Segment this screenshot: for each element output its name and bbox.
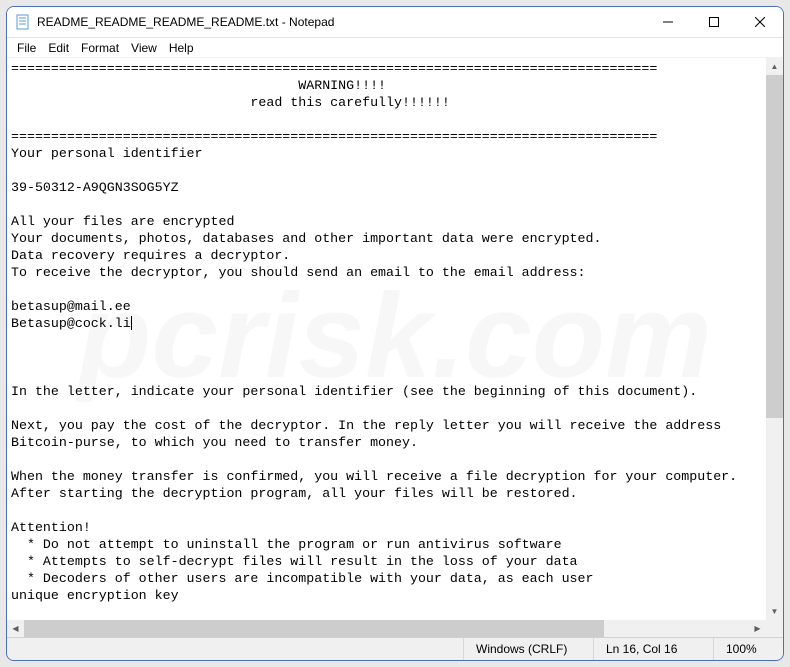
window-title: README_README_README_README.txt - Notepa…: [37, 15, 645, 29]
menu-edit[interactable]: Edit: [42, 40, 75, 56]
scroll-left-button[interactable]: ◀: [7, 620, 24, 637]
vertical-scrollbar[interactable]: ▲ ▼: [766, 58, 783, 620]
status-position: Ln 16, Col 16: [593, 638, 713, 660]
menu-file[interactable]: File: [11, 40, 42, 56]
status-zoom: 100%: [713, 638, 783, 660]
scroll-corner: [766, 620, 783, 637]
scroll-thumb-h[interactable]: [24, 620, 604, 637]
status-encoding: Windows (CRLF): [463, 638, 593, 660]
scroll-track-h[interactable]: [24, 620, 749, 637]
menu-help[interactable]: Help: [163, 40, 200, 56]
close-button[interactable]: [737, 7, 783, 37]
menu-format[interactable]: Format: [75, 40, 125, 56]
scroll-track-v[interactable]: [766, 75, 783, 603]
text-editor[interactable]: ========================================…: [7, 58, 766, 620]
titlebar: README_README_README_README.txt - Notepa…: [7, 7, 783, 38]
horizontal-scrollbar[interactable]: ◀ ▶: [7, 620, 766, 637]
window-controls: [645, 7, 783, 37]
menu-view[interactable]: View: [125, 40, 163, 56]
minimize-button[interactable]: [645, 7, 691, 37]
scroll-down-button[interactable]: ▼: [766, 603, 783, 620]
statusbar: Windows (CRLF) Ln 16, Col 16 100%: [7, 637, 783, 660]
scroll-up-button[interactable]: ▲: [766, 58, 783, 75]
maximize-button[interactable]: [691, 7, 737, 37]
notepad-icon: [15, 14, 31, 30]
notepad-window: README_README_README_README.txt - Notepa…: [6, 6, 784, 661]
scroll-thumb-v[interactable]: [766, 75, 783, 418]
content-area: ========================================…: [7, 58, 783, 637]
menubar: File Edit Format View Help: [7, 38, 783, 58]
scroll-right-button[interactable]: ▶: [749, 620, 766, 637]
